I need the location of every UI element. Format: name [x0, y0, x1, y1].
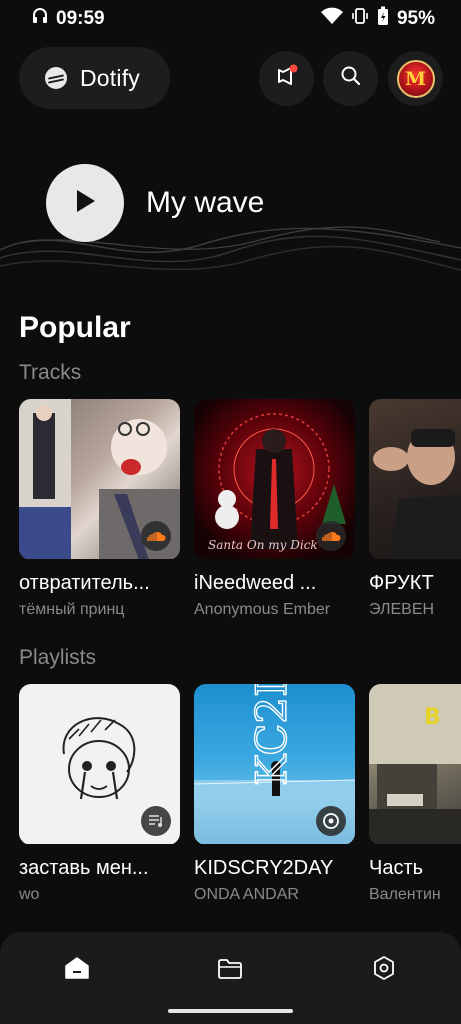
soundcloud-icon [316, 521, 346, 551]
playlist-card[interactable]: В [369, 684, 461, 844]
wifi-icon [320, 7, 343, 31]
track-caption[interactable]: ФРУКТ ЭЛЕВЕН [369, 572, 461, 619]
track-cover: Santa On my Dick [194, 399, 355, 559]
svg-text:Santa On my Dick: Santa On my Dick [208, 538, 318, 552]
playlist-cover: KC2D [194, 684, 355, 844]
track-artist: тёмный принц [19, 601, 125, 618]
playlist-title: заставь мен... [19, 857, 149, 879]
playlists-captions: заставь мен... wo KIDSCRY2DAY ONDA ANDAR… [19, 857, 461, 917]
playlist-caption[interactable]: KIDSCRY2DAY ONDA ANDAR [194, 857, 355, 904]
bottom-navigation [0, 932, 461, 1024]
play-button[interactable] [46, 164, 124, 242]
track-artist: ЭЛЕВЕН [369, 601, 435, 618]
logo-icon [45, 67, 67, 89]
track-cover [369, 399, 461, 559]
track-card[interactable] [19, 399, 180, 559]
playlist-caption[interactable]: заставь мен... wo [19, 857, 180, 904]
headphones-icon [32, 7, 48, 31]
playlist-title: Часть [369, 857, 424, 879]
svg-text:В: В [424, 705, 441, 730]
tracks-carousel[interactable]: Santa On my Dick [19, 399, 461, 559]
brand-pill[interactable]: Dotify [19, 47, 170, 109]
track-title: iNeedweed ... [194, 572, 317, 594]
playlist-title: KIDSCRY2DAY [194, 857, 334, 879]
popular-heading: Popular [19, 311, 131, 344]
promo-button[interactable] [259, 51, 314, 106]
tracks-heading: Tracks [19, 361, 82, 384]
vibrate-icon [351, 7, 369, 31]
soundcloud-icon [141, 521, 171, 551]
playlist-author: Валентин [369, 886, 441, 903]
search-button[interactable] [323, 51, 378, 106]
megaphone-icon [274, 63, 300, 94]
status-bar: 09:59 95% [0, 0, 461, 38]
playlist-author: ONDA ANDAR [194, 886, 299, 903]
playlists-heading: Playlists [19, 646, 97, 669]
track-caption[interactable]: iNeedweed ... Anonymous Ember [194, 572, 355, 619]
playlists-carousel[interactable]: KC2D В [19, 684, 461, 844]
playlist-cover: В [369, 684, 461, 844]
my-wave-banner[interactable]: My wave [0, 150, 461, 300]
my-wave-title: My wave [146, 186, 265, 219]
settings-icon [371, 955, 397, 986]
track-caption[interactable]: отвратитель... тёмный принц [19, 572, 180, 619]
battery-icon [377, 6, 389, 32]
playlist-card[interactable]: KC2D [194, 684, 355, 844]
track-title: отвратитель... [19, 572, 150, 594]
library-icon [217, 956, 243, 985]
playlist-card[interactable] [19, 684, 180, 844]
nav-library[interactable] [210, 950, 250, 990]
track-artist: Anonymous Ember [194, 601, 331, 618]
search-icon [340, 65, 362, 92]
home-indicator[interactable] [168, 1009, 293, 1013]
nav-settings[interactable] [364, 950, 404, 990]
home-icon [64, 956, 90, 985]
tracks-captions: отвратитель... тёмный принц iNeedweed ..… [19, 572, 461, 632]
track-card[interactable]: Santa On my Dick [194, 399, 355, 559]
play-icon [73, 188, 97, 219]
playlist-caption[interactable]: Часть Валентин [369, 857, 461, 904]
track-cover [19, 399, 180, 559]
profile-avatar[interactable]: M [388, 51, 443, 106]
nav-home[interactable] [57, 950, 97, 990]
playlist-cover [19, 684, 180, 844]
track-title: ФРУКТ [369, 572, 434, 594]
playlist-author: wo [19, 886, 40, 903]
playlist-icon [141, 806, 171, 836]
cover-text: KC2D [247, 684, 296, 786]
track-card[interactable] [369, 399, 461, 559]
avatar-image: M [396, 59, 435, 98]
brand-name: Dotify [80, 64, 140, 91]
disc-icon [316, 806, 346, 836]
clock: 09:59 [56, 8, 105, 29]
battery-percent: 95% [396, 8, 435, 29]
